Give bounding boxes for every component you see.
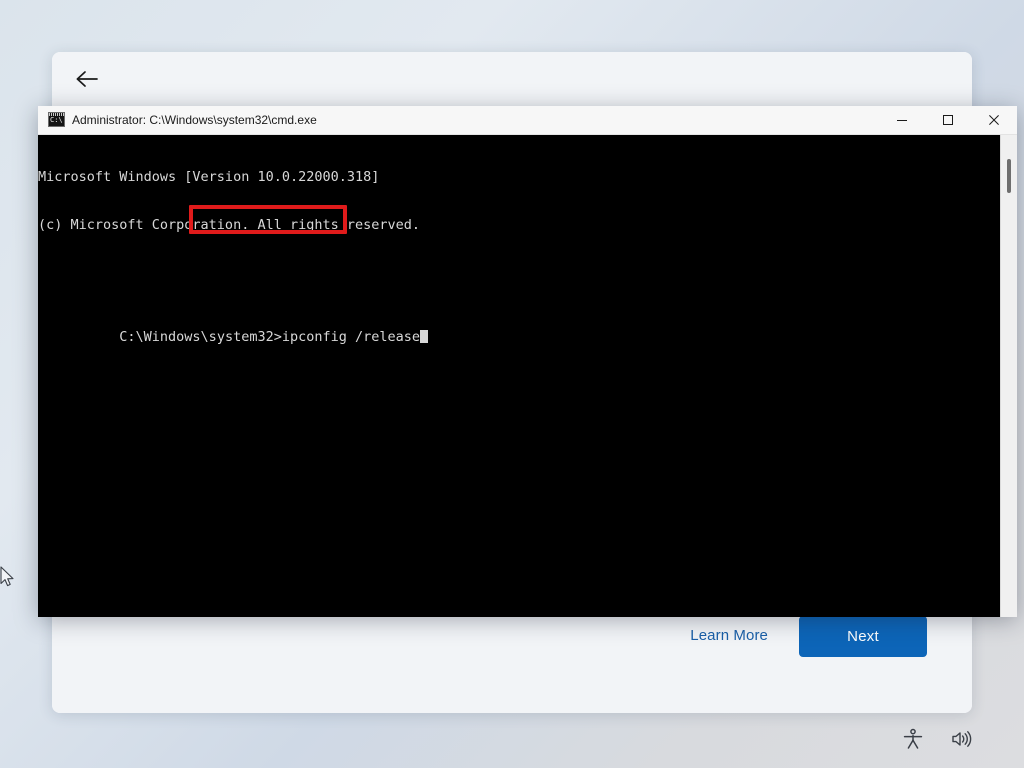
cmd-window-title: Administrator: C:\Windows\system32\cmd.e… bbox=[72, 106, 317, 134]
card-footer: Learn More Next bbox=[52, 605, 972, 713]
console-output-area[interactable]: Microsoft Windows [Version 10.0.22000.31… bbox=[38, 135, 1017, 617]
minimize-button[interactable] bbox=[879, 106, 925, 134]
cmd-console-icon: C:\ bbox=[48, 112, 65, 127]
card-header bbox=[52, 52, 972, 106]
maximize-icon bbox=[942, 114, 954, 126]
mouse-pointer-icon bbox=[0, 566, 16, 590]
accessibility-icon bbox=[902, 728, 924, 750]
maximize-button[interactable] bbox=[925, 106, 971, 134]
volume-button[interactable] bbox=[944, 722, 978, 756]
system-tray bbox=[862, 722, 972, 758]
volume-icon bbox=[950, 729, 972, 749]
close-icon bbox=[988, 114, 1000, 126]
screen: Learn More Next C:\ Administrator: C:\Wi… bbox=[0, 0, 1024, 768]
console-line-text: C:\Windows\system32>ipconfig /release bbox=[119, 329, 420, 345]
back-button[interactable] bbox=[68, 62, 106, 96]
console-line bbox=[38, 265, 428, 281]
arrow-left-icon bbox=[75, 70, 99, 88]
minimize-icon bbox=[896, 114, 908, 126]
console-line-text: Microsoft Windows [Version 10.0.22000.31… bbox=[38, 169, 379, 185]
console-text: Microsoft Windows [Version 10.0.22000.31… bbox=[38, 137, 428, 361]
console-line: Microsoft Windows [Version 10.0.22000.31… bbox=[38, 169, 428, 185]
console-command-line: C:\Windows\system32>ipconfig /release bbox=[38, 313, 428, 329]
learn-more-link[interactable]: Learn More bbox=[690, 627, 768, 644]
next-button[interactable]: Next bbox=[799, 616, 927, 657]
console-line-text: (c) Microsoft Corporation. All rights re… bbox=[38, 217, 420, 233]
cmd-icon-glyph: C:\ bbox=[50, 116, 63, 125]
accessibility-button[interactable] bbox=[896, 722, 930, 756]
command-prompt-window: C:\ Administrator: C:\Windows\system32\c… bbox=[38, 106, 1017, 616]
console-scrollbar[interactable] bbox=[1000, 135, 1017, 617]
cmd-title-bar[interactable]: C:\ Administrator: C:\Windows\system32\c… bbox=[38, 106, 1017, 135]
console-scroll-thumb[interactable] bbox=[1007, 159, 1011, 193]
console-cursor bbox=[420, 330, 428, 343]
console-line: (c) Microsoft Corporation. All rights re… bbox=[38, 217, 428, 233]
close-button[interactable] bbox=[971, 106, 1017, 134]
